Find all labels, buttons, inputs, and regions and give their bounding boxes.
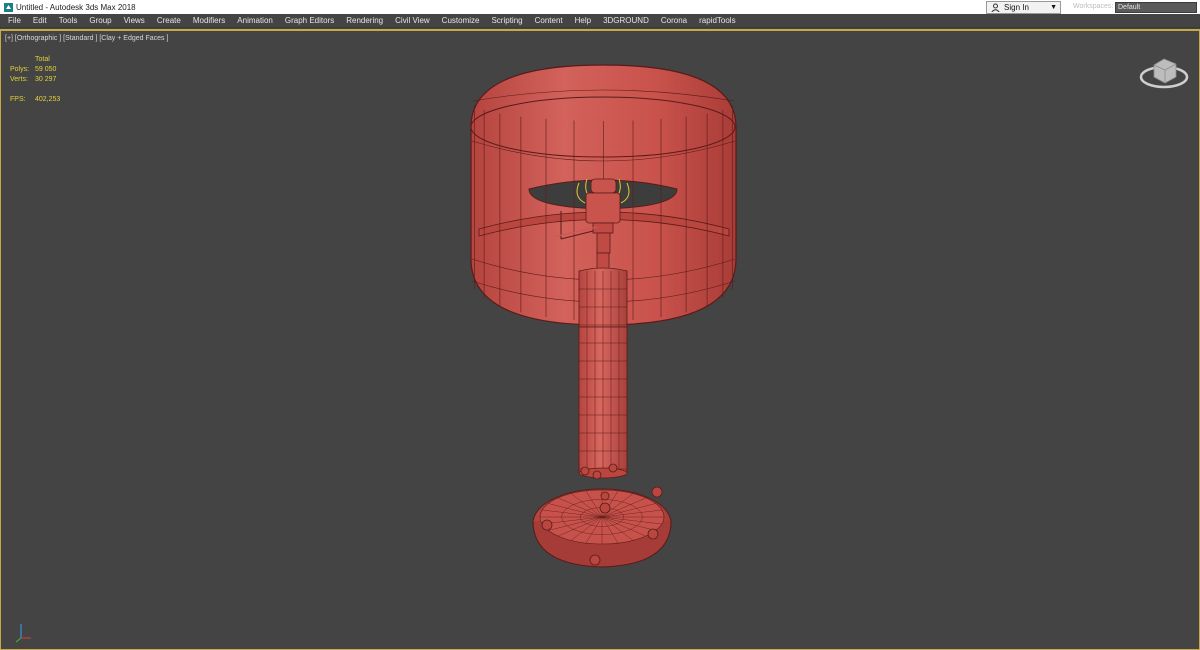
chevron-down-icon: ▼ [1050,4,1057,11]
menu-customize[interactable]: Customize [436,14,486,28]
menu-file[interactable]: File [0,14,27,28]
menu-corona[interactable]: Corona [655,14,693,28]
3dsmax-app-icon[interactable] [3,2,13,12]
menu-rapidtools[interactable]: rapidTools [693,14,741,28]
lamp-pole[interactable] [578,252,628,479]
viewcube-icon[interactable] [1139,53,1189,91]
menu-3dground[interactable]: 3DGROUND [597,14,655,28]
perspective-viewport[interactable]: [+] [Orthographic ] [Standard ] [Clay + … [0,29,1200,650]
menu-content[interactable]: Content [529,14,569,28]
menu-help[interactable]: Help [569,14,597,28]
menu-rendering[interactable]: Rendering [340,14,389,28]
menu-group[interactable]: Group [83,14,117,28]
sign-in-dropdown[interactable]: Sign In ▼ [986,1,1061,14]
menu-edit[interactable]: Edit [27,14,53,28]
user-icon [989,2,1001,13]
axis-tripod-icon [15,624,31,643]
menu-create[interactable]: Create [151,14,187,28]
menu-views[interactable]: Views [118,14,151,28]
menu-civil-view[interactable]: Civil View [389,14,436,28]
window-title: Untitled - Autodesk 3ds Max 2018 [16,2,136,12]
menu-scripting[interactable]: Scripting [485,14,528,28]
lamp-model[interactable] [1,31,1199,649]
workspaces-select[interactable]: Default [1115,2,1197,13]
menu-tools[interactable]: Tools [53,14,84,28]
lamp-base[interactable] [532,463,672,568]
menu-bar: File Edit Tools Group Views Create Modifiers An… [0,14,1200,28]
menu-modifiers[interactable]: Modifiers [187,14,231,28]
workspaces-label: Workspaces: [1073,3,1114,10]
sign-in-label: Sign In [1004,3,1029,12]
menu-graph-editors[interactable]: Graph Editors [279,14,340,28]
menu-animation[interactable]: Animation [231,14,279,28]
